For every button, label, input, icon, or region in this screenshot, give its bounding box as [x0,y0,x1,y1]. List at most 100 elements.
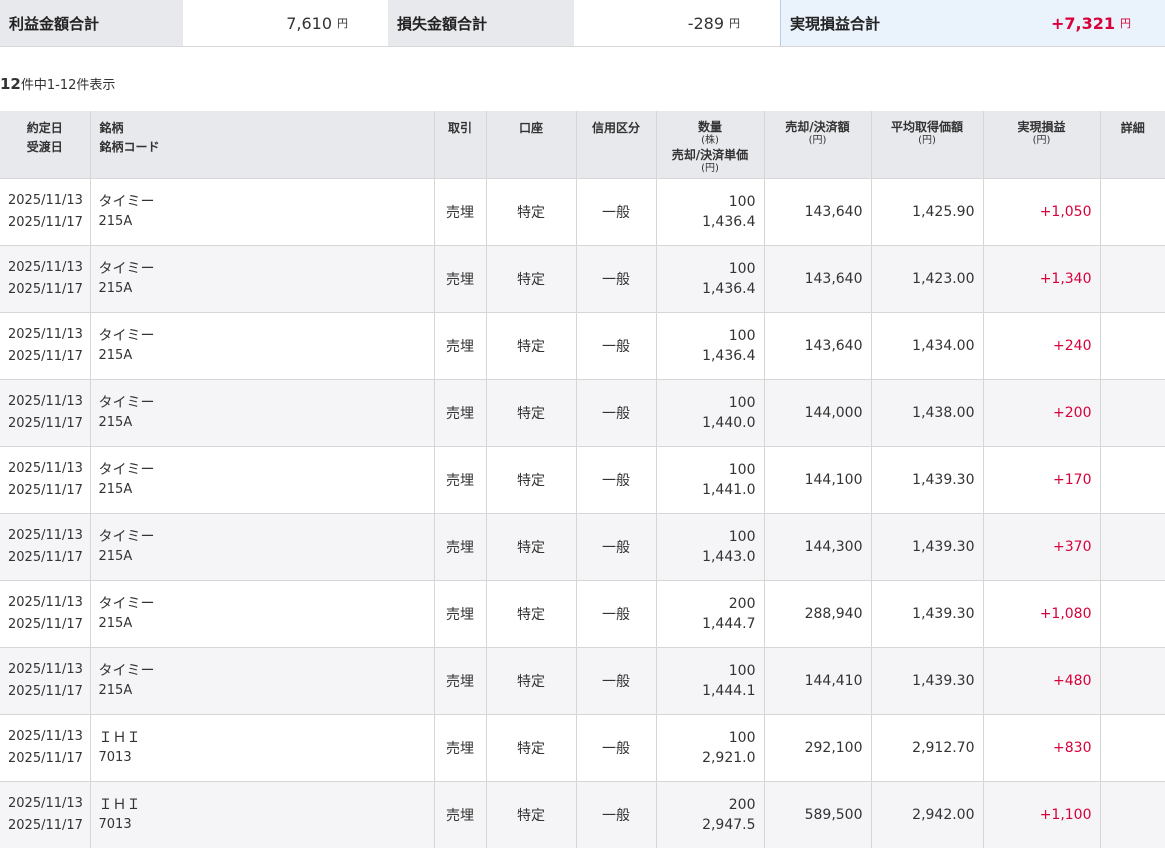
detail-cell [1099,311,1165,379]
quantity-cell: 200 1,444.7 [655,579,764,647]
quantity-cell: 100 1,436.4 [655,177,764,245]
trade-date: 2025/11/13 [8,594,83,610]
credit-type: 一般 [575,780,656,848]
stock-cell[interactable]: タイミー 215A [89,512,434,580]
quantity-cell: 100 1,441.0 [655,445,764,513]
yen-unit: 円 [729,17,740,30]
realized-pl: +370 [982,512,1100,580]
stock-cell[interactable]: タイミー 215A [89,311,434,379]
realized-pl: +1,340 [982,244,1100,312]
stock-cell[interactable]: タイミー 215A [89,579,434,647]
detail-cell [1099,713,1165,781]
stock-name: タイミー [98,528,155,545]
avg-cost: 1,439.30 [870,512,983,580]
detail-cell [1099,780,1165,848]
realized-total-label: 実現損益合計 [780,0,976,46]
unit-price: 2,947.5 [702,816,756,833]
quantity-cell: 100 1,436.4 [655,311,764,379]
settle-amount: 292,100 [763,713,871,781]
quantity: 100 [728,662,756,679]
trade-dates-cell: 2025/11/13 2025/11/17 [0,244,90,312]
col-account[interactable]: 口座 [485,111,576,178]
col-trade[interactable]: 取引 [433,111,486,178]
detail-cell [1099,445,1165,513]
credit-type: 一般 [575,445,656,513]
detail-cell [1099,378,1165,446]
quantity: 100 [728,729,756,746]
trade-type: 売埋 [433,780,486,848]
quantity: 100 [728,260,756,277]
settle-amount: 144,000 [763,378,871,446]
col-quantity[interactable]: 数量 (株) 売却/決済単価 (円) [655,111,764,178]
col-realized-pl-label: 実現損益 [1017,120,1066,134]
trade-type: 売埋 [433,713,486,781]
result-count-text: 件中1-12件表示 [20,78,116,93]
detail-cell [1099,512,1165,580]
stock-cell[interactable]: タイミー 215A [89,244,434,312]
stock-cell[interactable]: タイミー 215A [89,445,434,513]
stock-name: タイミー [98,327,155,344]
settle-date: 2025/11/17 [8,348,83,364]
avg-cost: 1,434.00 [870,311,983,379]
realized-pl: +1,050 [982,177,1100,245]
trade-date: 2025/11/13 [8,527,83,543]
stock-code: 215A [98,615,133,631]
stock-cell[interactable]: ＩＨＩ 7013 [89,780,434,848]
col-unit-price-label: 売却/決済単価 [671,148,749,162]
trade-dates-cell: 2025/11/13 2025/11/17 [0,579,90,647]
stock-cell[interactable]: ＩＨＩ 7013 [89,713,434,781]
quantity: 100 [728,461,756,478]
trade-dates-cell: 2025/11/13 2025/11/17 [0,646,90,714]
profit-total-label: 利益金額合計 [0,0,183,46]
quantity-cell: 100 1,443.0 [655,512,764,580]
avg-cost: 1,439.30 [870,646,983,714]
quantity: 100 [728,394,756,411]
col-stock-name: 銘柄 [99,121,124,135]
credit-type: 一般 [575,244,656,312]
stock-cell[interactable]: タイミー 215A [89,378,434,446]
table-row: 2025/11/13 2025/11/17 タイミー 215A 売埋 特定 一般 100 1,4… [0,646,1165,714]
quantity: 200 [728,595,756,612]
col-dates[interactable]: 約定日 受渡日 [0,111,90,178]
credit-type: 一般 [575,579,656,647]
table-row: 2025/11/13 2025/11/17 ＩＨＩ 7013 売埋 特定 一般 100 2,92… [0,713,1165,781]
avg-cost: 2,942.00 [870,780,983,848]
stock-code: 7013 [98,816,132,832]
quantity: 100 [728,193,756,210]
summary-bar: 利益金額合計 7,610 円 損失金額合計 -289 円 実現損益合計 +7,321… [0,0,1165,47]
col-stock[interactable]: 銘柄 銘柄コード [89,111,434,178]
col-detail: 詳細 [1099,111,1165,178]
settle-date: 2025/11/17 [8,415,83,431]
quantity: 100 [728,327,756,344]
col-amount[interactable]: 売却/決済額 (円) [763,111,871,178]
realized-total-value: +7,321 円 [976,0,1165,46]
col-unit-price-unit: (円) [701,163,719,174]
unit-price: 1,444.1 [702,682,756,699]
trade-dates-cell: 2025/11/13 2025/11/17 [0,512,90,580]
realized-pl: +1,100 [982,780,1100,848]
col-credit-type[interactable]: 信用区分 [575,111,656,178]
trade-date: 2025/11/13 [8,192,83,208]
account-type: 特定 [485,445,576,513]
quantity: 100 [728,528,756,545]
col-realized-pl[interactable]: 実現損益 (円) [982,111,1100,178]
stock-name: タイミー [98,260,155,277]
loss-total-amount: -289 [687,13,724,33]
col-avg-cost[interactable]: 平均取得価額 (円) [870,111,983,178]
trade-dates-cell: 2025/11/13 2025/11/17 [0,311,90,379]
avg-cost: 1,423.00 [870,244,983,312]
trade-date: 2025/11/13 [8,393,83,409]
stock-cell[interactable]: タイミー 215A [89,177,434,245]
settle-amount: 143,640 [763,244,871,312]
detail-cell [1099,646,1165,714]
account-type: 特定 [485,512,576,580]
trade-type: 売埋 [433,378,486,446]
settle-date: 2025/11/17 [8,482,83,498]
detail-cell [1099,579,1165,647]
stock-cell[interactable]: タイミー 215A [89,646,434,714]
profit-total-amount: 7,610 [286,13,332,33]
realized-pl: +1,080 [982,579,1100,647]
trade-type: 売埋 [433,646,486,714]
quantity-cell: 100 1,440.0 [655,378,764,446]
realized-total-amount: +7,321 [1050,13,1115,33]
